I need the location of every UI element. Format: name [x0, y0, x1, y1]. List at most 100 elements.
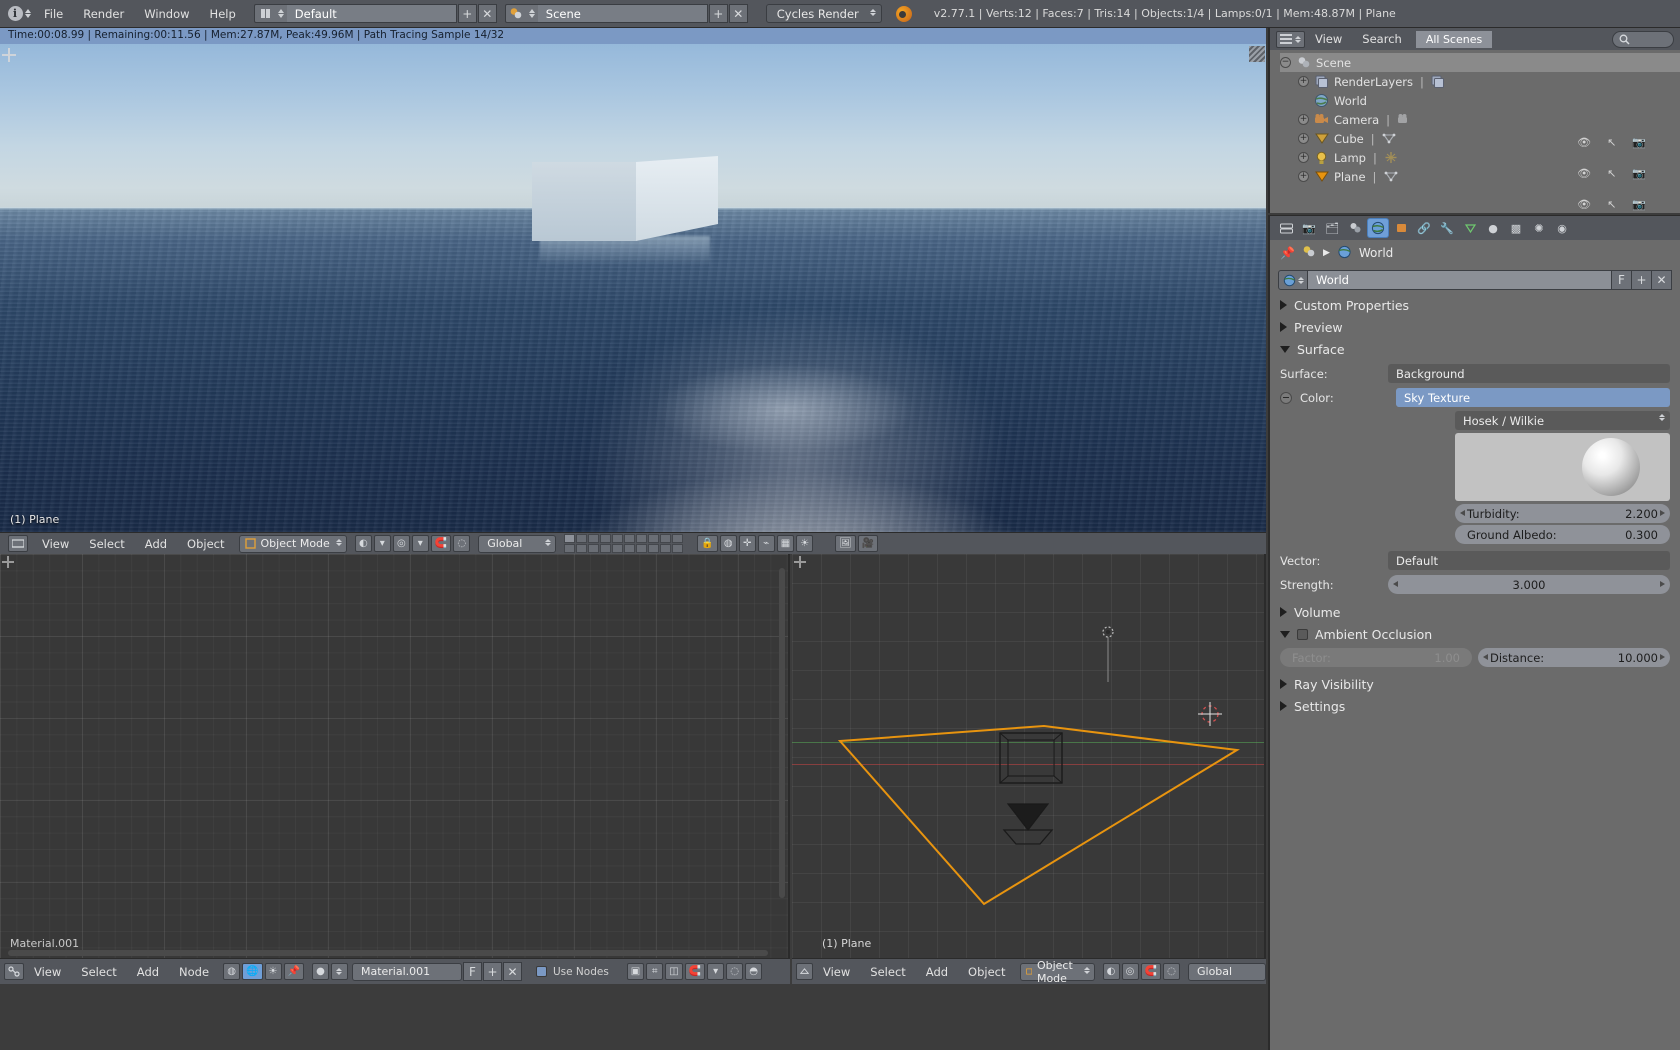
material-name-field[interactable]: Material.001 [351, 962, 462, 981]
outliner-scene-filter[interactable]: All Scenes [1415, 30, 1493, 48]
menu-render[interactable]: Render [73, 4, 134, 24]
eye-icon[interactable]: 👁 [1577, 136, 1591, 149]
tab-object[interactable] [1391, 219, 1411, 237]
layer-12[interactable] [576, 544, 588, 553]
panel-custom-properties[interactable]: Custom Properties [1270, 294, 1680, 316]
unlink-material-button[interactable]: ✕ [502, 962, 522, 981]
node-menu-node[interactable]: Node [169, 962, 219, 982]
node-menu-select[interactable]: Select [71, 962, 126, 982]
viewport-corner-handle[interactable] [794, 556, 806, 568]
proportional-node-icon[interactable]: ◌ [726, 963, 744, 980]
scene-name-field[interactable]: Scene [537, 4, 708, 23]
surface-value[interactable]: Background [1388, 364, 1670, 383]
layer-15[interactable] [612, 544, 624, 553]
scene-selector[interactable]: Scene + ✕ [504, 4, 748, 23]
layer-10[interactable] [672, 534, 684, 543]
camera-data-icon[interactable] [1397, 112, 1412, 127]
menu-file[interactable]: File [34, 4, 73, 24]
pin-icon[interactable]: 📌 [1280, 246, 1295, 260]
collapse-socket-icon[interactable] [1280, 391, 1292, 404]
panel-preview[interactable]: Preview [1270, 316, 1680, 338]
snap-mode-icon[interactable]: ▾ [707, 963, 725, 980]
render-icon[interactable]: 📷 [1632, 198, 1646, 211]
viewport-menu-view[interactable]: View [813, 962, 860, 982]
node-editor-corner-handle[interactable] [2, 556, 14, 568]
layer-2[interactable] [576, 534, 588, 543]
panel-ray-visibility[interactable]: Ray Visibility [1270, 673, 1680, 695]
backdrop-icon[interactable]: ▣ [626, 963, 645, 980]
strength-slider[interactable]: 3.000 [1388, 575, 1670, 594]
object-shader-icon[interactable]: ◍ [223, 963, 241, 980]
ao-factor-slider[interactable]: Factor: 1.00 [1280, 648, 1472, 667]
outliner-item-renderlayers[interactable]: + RenderLayers | [1280, 72, 1680, 91]
tab-render-layers[interactable]: 🗂 [1322, 219, 1342, 237]
layer-11[interactable] [564, 544, 576, 553]
manipulator-icon[interactable]: ✛ [738, 535, 756, 552]
layer-18[interactable] [648, 544, 660, 553]
view3d-menu-view[interactable]: View [32, 534, 79, 554]
tab-data[interactable] [1460, 219, 1480, 237]
layer-8[interactable] [648, 534, 660, 543]
tab-material[interactable]: ● [1483, 219, 1503, 237]
tab-physics[interactable]: ◉ [1552, 219, 1572, 237]
image-icon[interactable]: 🖼 [835, 535, 856, 552]
new-material-button[interactable]: + [482, 962, 502, 981]
viewport-shading-icon[interactable]: ◐ [354, 535, 372, 552]
layer-7[interactable] [636, 534, 648, 543]
panel-ambient-occlusion[interactable]: Ambient Occlusion [1270, 623, 1680, 645]
material-slot-group[interactable]: ● [308, 963, 352, 980]
unlink-world-button[interactable]: ✕ [1652, 270, 1672, 290]
world-name-field[interactable]: World [1308, 270, 1612, 290]
turbidity-row[interactable]: Turbidity: 2.200 [1455, 504, 1670, 523]
expander-icon[interactable]: − [1280, 57, 1291, 68]
view-gizmo-icon[interactable] [2, 48, 16, 62]
camera-render-icon[interactable]: 🎥 [857, 535, 879, 552]
scene-layers-grid[interactable] [564, 534, 684, 553]
eye-icon[interactable]: 👁 [1577, 167, 1591, 180]
restrict-row-lamp[interactable]: 👁 ↖ 📷 [1577, 198, 1646, 211]
node-pin-icon[interactable]: 📌 [283, 963, 304, 980]
turbidity-slider[interactable]: Turbidity: 2.200 [1455, 504, 1670, 523]
tab-texture[interactable]: ▩ [1506, 219, 1526, 237]
pivot-dropdown-icon[interactable]: ▾ [411, 535, 429, 552]
outliner-search-input[interactable] [1612, 31, 1674, 48]
viewport-snap-icon[interactable]: 🧲 [1140, 963, 1161, 980]
tab-particles[interactable]: ✺ [1529, 219, 1549, 237]
panel-settings[interactable]: Settings [1270, 695, 1680, 717]
render-result-view[interactable]: Time:00:08.99 | Remaining:00:11.56 | Mem… [0, 28, 1266, 532]
cursor-icon[interactable]: ↖ [1607, 136, 1616, 149]
properties-editor[interactable]: 📷 🗂 🔗 🔧 ● ▩ ✺ ◉ 📌 ▶ World World F + ✕ Cu… [1268, 215, 1680, 1050]
transform-orientation-selector[interactable]: Global [478, 534, 557, 553]
use-nodes-row[interactable]: Use Nodes [528, 964, 617, 980]
menu-window[interactable]: Window [134, 4, 199, 24]
viewport-shading-dropdown-icon[interactable]: ▾ [373, 535, 391, 552]
scene-updown-icon[interactable] [526, 4, 538, 23]
sky-model-row[interactable]: Hosek / Wilkie [1455, 411, 1670, 430]
delete-screen-button[interactable]: ✕ [477, 4, 497, 23]
sky-preview[interactable] [1455, 433, 1670, 501]
node-editor-type-icon[interactable] [4, 963, 24, 980]
layer-3[interactable] [588, 534, 600, 543]
vector-value[interactable]: Default [1388, 551, 1670, 570]
screen-layout-name[interactable]: Default [286, 4, 457, 23]
layer-6[interactable] [624, 534, 636, 543]
interaction-mode-selector[interactable]: Object Mode [238, 534, 347, 553]
outliner[interactable]: View Search All Scenes − Scene + RenderL… [1268, 28, 1680, 242]
layer-14[interactable] [600, 544, 612, 553]
tab-world[interactable] [1368, 219, 1388, 237]
world-datablock-icon[interactable] [1278, 270, 1308, 290]
light-icon[interactable]: ☀ [796, 535, 814, 552]
blender-menu-icon[interactable]: i [4, 3, 34, 25]
viewport-mode-selector[interactable]: Object Mode [1019, 959, 1095, 985]
pivot-point-icon[interactable]: ◎ [392, 535, 410, 552]
expander-icon[interactable]: + [1298, 171, 1309, 182]
menu-help[interactable]: Help [200, 4, 246, 24]
node-footer-tail-icons[interactable]: ▣ ⌗ ◫ 🧲 ▾ ◌ ◓ [623, 963, 766, 980]
overlay-icon[interactable]: ◫ [665, 963, 683, 980]
new-world-button[interactable]: + [1632, 270, 1652, 290]
editor-type-icon[interactable] [1276, 219, 1296, 237]
layer-1[interactable] [564, 534, 576, 543]
tab-render[interactable]: 📷 [1299, 219, 1319, 237]
panel-surface[interactable]: Surface [1270, 338, 1680, 360]
bone-icon[interactable]: ⌁ [757, 535, 775, 552]
